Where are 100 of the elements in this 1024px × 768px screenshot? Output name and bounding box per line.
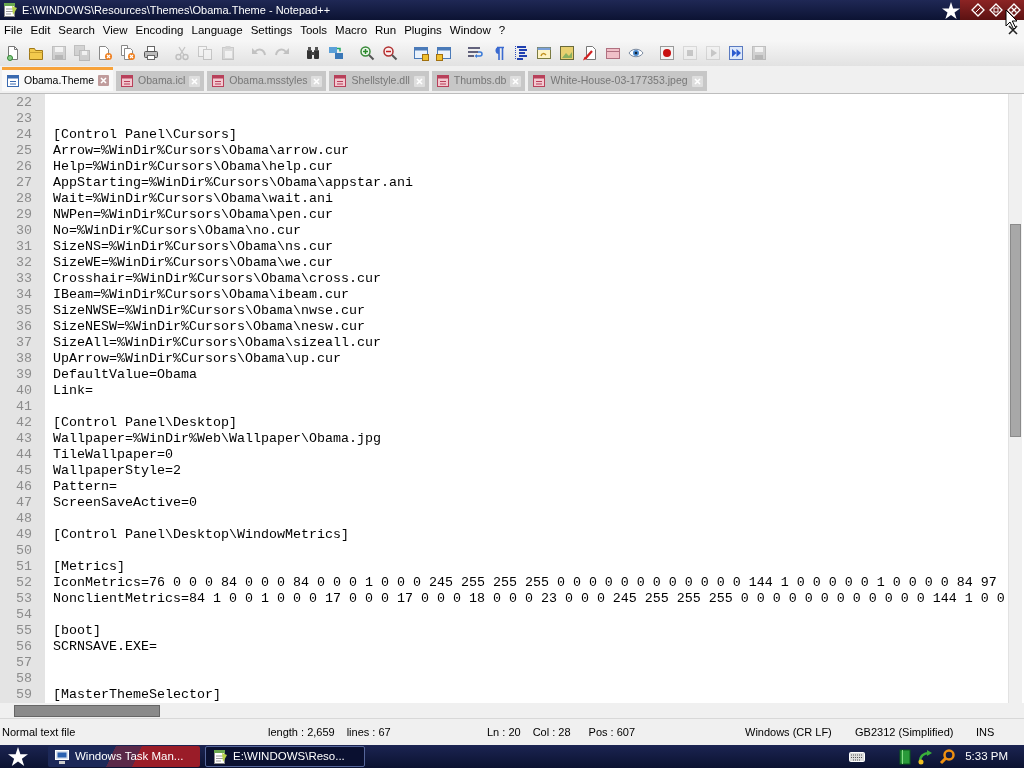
close-icon[interactable] xyxy=(1008,25,1018,35)
line-number: 38 xyxy=(15,351,33,367)
code-line: [Control Panel\Desktop\WindowMetrics] xyxy=(53,527,349,543)
clock-label: 5:33 PM xyxy=(965,748,1008,764)
fast-forward-icon[interactable] xyxy=(728,45,744,61)
pages-close-icon[interactable] xyxy=(120,45,136,61)
horizontal-scrollbar[interactable] xyxy=(0,703,1024,719)
code-line: AppStarting=%WinDir%Cursors\Obama\appstar.ani xyxy=(53,175,413,191)
notepad-icon xyxy=(212,748,228,765)
line-number: 58 xyxy=(15,671,33,687)
vertical-scrollbar[interactable] xyxy=(1008,94,1022,703)
star-icon[interactable] xyxy=(8,747,28,766)
line-number: 36 xyxy=(15,319,33,335)
menu-item[interactable]: Tools xyxy=(296,21,332,39)
blank-page-icon[interactable] xyxy=(5,45,21,61)
line-number: 47 xyxy=(15,495,33,511)
code-line: Crosshair=%WinDir%Cursors\Obama\cross.cur xyxy=(53,271,381,287)
line-number: 50 xyxy=(15,543,33,559)
code-line: WallpaperStyle=2 xyxy=(53,463,181,479)
lines-label: lines : 67 xyxy=(346,724,391,740)
line-position-label: Ln : 20 xyxy=(487,724,521,740)
find-replace-icon[interactable] xyxy=(328,45,344,61)
diamond-icon[interactable] xyxy=(989,3,1003,17)
code-line: ScreenSaveActive=0 xyxy=(53,495,197,511)
line-number: 39 xyxy=(15,367,33,383)
folder-icon[interactable] xyxy=(605,45,621,61)
keyboard-icon[interactable] xyxy=(849,751,866,762)
menu-item[interactable]: ? xyxy=(494,21,510,39)
menu-item[interactable]: Encoding xyxy=(131,21,188,39)
menu-item[interactable]: Settings xyxy=(246,21,297,39)
taskbar-button[interactable]: Windows Task Man... xyxy=(48,746,200,767)
line-number: 41 xyxy=(15,399,33,415)
menu-item[interactable]: Language xyxy=(187,21,247,39)
code-line: SCRNSAVE.EXE= xyxy=(53,639,157,655)
folder-icon[interactable] xyxy=(28,45,44,61)
line-number: 40 xyxy=(15,383,33,399)
book-icon[interactable] xyxy=(899,748,912,765)
search-icon[interactable] xyxy=(939,748,956,765)
window-lock-icon[interactable] xyxy=(436,45,452,61)
code-line: Wallpaper=%WinDir%Web\Wallpaper\Obama.jpg xyxy=(53,431,381,447)
menu-item[interactable]: Run xyxy=(371,21,401,39)
code-line: SizeAll=%WinDir%Cursors\Obama\sizeall.cur xyxy=(53,335,381,351)
zoom-in-icon[interactable] xyxy=(359,45,375,61)
star-icon xyxy=(942,1,960,19)
line-number: 26 xyxy=(15,159,33,175)
arrow-icon[interactable] xyxy=(917,748,934,765)
menu-item[interactable]: Macro xyxy=(331,21,372,39)
line-number: 25 xyxy=(15,143,33,159)
computer-icon xyxy=(54,748,70,765)
position-label: Pos : 607 xyxy=(588,724,636,740)
code-line: Arrow=%WinDir%Cursors\Obama\arrow.cur xyxy=(53,143,349,159)
page-pen-icon[interactable] xyxy=(582,45,598,61)
menu-item[interactable]: Window xyxy=(445,21,495,39)
line-number: 43 xyxy=(15,431,33,447)
printer-icon[interactable] xyxy=(143,45,159,61)
code-line: [Metrics] xyxy=(53,559,125,575)
tab[interactable]: Obama.Theme xyxy=(2,67,114,91)
code-line: SizeNESW=%WinDir%Cursors\Obama\nesw.cur xyxy=(53,319,365,335)
notepad-icon xyxy=(2,2,18,18)
menu-item[interactable]: File xyxy=(0,21,27,39)
code-line: SizeWE=%WinDir%Cursors\Obama\we.cur xyxy=(53,255,333,271)
page-close-icon[interactable] xyxy=(97,45,113,61)
window-title: E:\WINDOWS\Resources\Themes\Obama.Theme - Notepad++ xyxy=(22,3,331,18)
code-line: [Control Panel\Desktop] xyxy=(53,415,237,431)
binoculars-icon[interactable] xyxy=(305,45,321,61)
menu-item[interactable]: Plugins xyxy=(400,21,446,39)
line-number: 59 xyxy=(15,687,33,703)
line-number: 52 xyxy=(15,575,33,591)
word-wrap-icon[interactable] xyxy=(467,45,483,61)
code-line: IconMetrics=76 0 0 0 84 0 0 0 84 0 0 0 1 0 0 0 245 255 255 255 0 0 0 0 0 0 0 0 0 0 0 0 144 1 0 0 0 0 0 1 0 0 0 0 84 97 xyxy=(53,575,997,591)
code-line: IBeam=%WinDir%Cursors\Obama\ibeam.cur xyxy=(53,287,349,303)
line-number: 27 xyxy=(15,175,33,191)
line-number: 45 xyxy=(15,463,33,479)
line-number: 29 xyxy=(15,207,33,223)
length-label: length : 2,659 xyxy=(268,724,335,740)
encoding-label: GB2312 (Simplified) xyxy=(855,725,954,738)
line-number: 49 xyxy=(15,527,33,543)
line-number: 33 xyxy=(15,271,33,287)
code-line: [MasterThemeSelector] xyxy=(53,687,221,703)
line-number: 32 xyxy=(15,255,33,271)
menu-item[interactable]: Edit xyxy=(26,21,55,39)
menu-item[interactable]: View xyxy=(98,21,132,39)
zoom-out-icon[interactable] xyxy=(382,45,398,61)
line-number: 54 xyxy=(15,607,33,623)
window-lock-icon[interactable] xyxy=(413,45,429,61)
indent-guide-icon[interactable] xyxy=(513,45,529,61)
scrollbar-thumb[interactable] xyxy=(1010,224,1021,437)
scrollbar-thumb[interactable] xyxy=(14,704,160,717)
code-line: SizeNS=%WinDir%Cursors\Obama\ns.cur xyxy=(53,239,333,255)
line-number: 42 xyxy=(15,415,33,431)
line-number: 35 xyxy=(15,303,33,319)
menu-item[interactable]: Search xyxy=(54,21,99,39)
taskbar-button[interactable]: E:\WINDOWS\Reso... xyxy=(205,746,365,767)
code-line: Help=%WinDir%Cursors\Obama\help.cur xyxy=(53,159,333,175)
line-number: 56 xyxy=(15,639,33,655)
map-picture-icon[interactable] xyxy=(559,45,575,61)
line-number: 44 xyxy=(15,447,33,463)
line-number: 34 xyxy=(15,287,33,303)
diamond-icon[interactable] xyxy=(971,3,985,17)
document-window-icon[interactable] xyxy=(536,45,552,61)
